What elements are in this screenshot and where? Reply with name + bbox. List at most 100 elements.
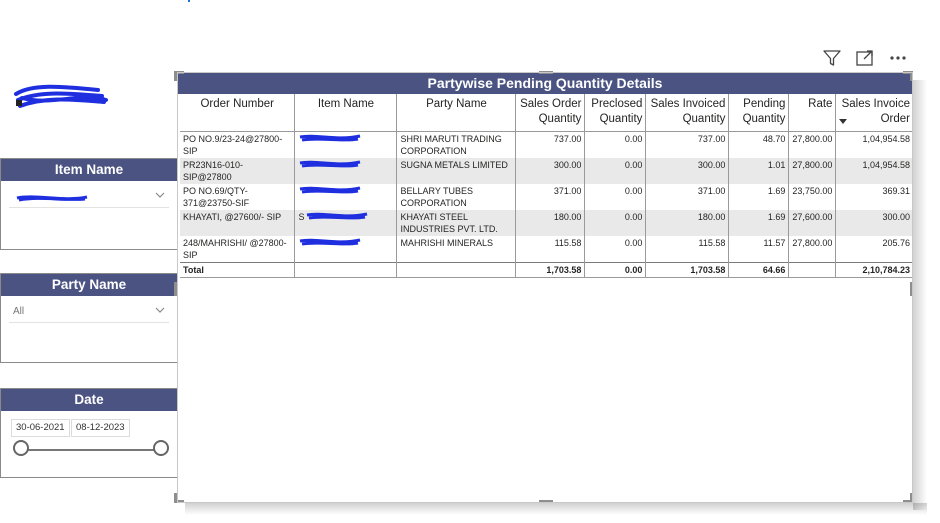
cell-sales-invoiced-qty: 180.00 [645,210,729,236]
cell-preclosed-qty: 0.00 [584,210,646,236]
cell-item-name [294,131,397,158]
total-pending-qty: 64.66 [728,262,789,278]
total-row: Total 1,703.58 0.00 1,703.58 64.66 2,10,784.2… [180,262,913,278]
table-row[interactable]: PR23N16-010-SIP@27800 SUGNA METALS LIMITE… [180,158,913,184]
resize-handle[interactable] [539,71,553,74]
table-title: Partywise Pending Quantity Details [177,72,913,94]
cell-rate: 27,800.00 [788,158,836,184]
cell-order-number: PO NO.9/23-24@27800-SIP [183,134,283,156]
chevron-down-icon [155,192,165,198]
cell-sales-invoice-order: 1,04,954.58 [835,158,913,184]
table-header-row: Order Number Item Name Party Name Sales … [180,94,913,132]
cell-party-name: SUGNA METALS LIMITED [396,158,516,184]
total-empty-cell [396,262,516,278]
cell-order-number: 248/MAHRISHI/ @27800-SIP [183,238,287,260]
cell-preclosed-qty: 0.00 [584,131,646,158]
cell-sales-invoice-order: 1,04,954.58 [835,131,913,158]
cell-item-name [294,236,397,263]
cell-party-name: KHAYATI STEEL INDUSTRIES PVT. LTD. [396,210,516,236]
cell-preclosed-qty: 0.00 [584,236,646,263]
total-label: Total [180,262,295,278]
total-preclosed-qty: 0.00 [584,262,646,278]
cell-item-name [294,158,397,184]
column-header[interactable]: Order Number [180,94,295,132]
item-name-dropdown[interactable] [9,189,169,208]
company-logo [14,84,108,108]
resize-handle[interactable] [539,500,553,503]
column-header[interactable]: Party Name [396,94,516,132]
total-empty-cell [788,262,836,278]
cell-rate: 27,600.00 [788,210,836,236]
resize-handle[interactable] [174,500,184,503]
redacted-value [300,238,361,246]
cell-pending-qty: 1.69 [728,210,789,236]
cell-preclosed-qty: 0.00 [584,158,646,184]
cell-sales-order-qty: 737.00 [515,131,585,158]
party-name-slicer: Party Name All [0,273,178,363]
pending-quantity-table-visual[interactable]: Partywise Pending Quantity Details Order… [174,71,913,503]
date-range-track [21,449,159,451]
column-header[interactable]: Sales Invoiced Quantity [645,94,729,132]
table-row[interactable]: PO NO.69/QTY-371@23750-SIF BELLARY TUBES … [180,184,913,210]
cell-party-name: MAHRISHI MINERALS [396,236,516,263]
column-header[interactable]: Sales Order Quantity [515,94,585,132]
cell-item-name [294,184,397,210]
total-empty-cell [294,262,397,278]
more-options-icon[interactable] [888,48,908,68]
resize-handle[interactable] [174,71,177,81]
column-header[interactable]: Pending Quantity [728,94,789,132]
resize-handle[interactable] [174,282,177,296]
column-header[interactable]: Item Name [294,94,397,132]
filter-icon[interactable] [822,48,842,68]
date-slicer-title: Date [1,389,177,411]
end-date-handle[interactable] [153,440,169,456]
start-date-handle[interactable] [13,440,29,456]
cell-party-name: SHRI MARUTI TRADING CORPORATION [396,131,516,158]
cell-sales-invoiced-qty: 371.00 [645,184,729,210]
cell-sales-invoice-order: 300.00 [835,210,913,236]
cell-sales-invoice-order: 369.31 [835,184,913,210]
party-name-slicer-title: Party Name [1,274,177,296]
item-name-slicer-title: Item Name [1,159,177,181]
table-row[interactable]: KHAYATI, @27600/- SIP S KHAYATI STEEL INDU… [180,210,913,236]
redacted-value [300,160,361,168]
cell-sales-order-qty: 115.58 [515,236,585,263]
cell-sales-invoiced-qty: 737.00 [645,131,729,158]
redacted-value [306,212,367,220]
column-header-label: Sales Invoice Order [841,98,910,125]
cell-pending-qty: 48.70 [728,131,789,158]
party-name-dropdown[interactable]: All [9,304,169,323]
cell-rate: 23,750.00 [788,184,836,210]
column-header-sorted[interactable]: Sales Invoice Order [835,94,913,132]
redacted-value [16,195,88,202]
sort-descending-icon [839,119,848,124]
cell-order-number: KHAYATI, @27600/- SIP [180,210,295,236]
focus-mode-icon[interactable] [855,48,875,68]
chevron-down-icon [155,307,165,313]
cell-sales-invoiced-qty: 115.58 [645,236,729,263]
end-date-input[interactable]: 08-12-2023 [71,419,130,437]
cell-rate: 27,800.00 [788,131,836,158]
total-sales-invoiced-qty: 1,703.58 [645,262,729,278]
start-date-input[interactable]: 30-06-2021 [11,419,70,437]
total-sales-invoice-order: 2,10,784.23 [835,262,913,278]
cell-preclosed-qty: 0.00 [584,184,646,210]
cell-item-name: S [294,210,397,236]
party-name-selected: All [13,306,25,317]
visual-shadow [913,80,927,510]
cell-sales-order-qty: 300.00 [515,158,585,184]
column-header[interactable]: Preclosed Quantity [584,94,646,132]
cell-pending-qty: 11.57 [728,236,789,263]
cell-sales-invoiced-qty: 300.00 [645,158,729,184]
cell-rate: 27,800.00 [788,236,836,263]
column-header[interactable]: Rate [788,94,836,132]
table-row[interactable]: 248/MAHRISHI/ @27800-SIP MAHRISHI MINERAL… [180,236,913,263]
cell-pending-qty: 1.69 [728,184,789,210]
cell-sales-order-qty: 371.00 [515,184,585,210]
resize-handle[interactable] [910,282,913,296]
resize-handle[interactable] [903,500,913,503]
visual-shadow [185,503,927,515]
resize-handle[interactable] [903,71,913,74]
table-row[interactable]: PO NO.9/23-24@27800-SIP SHRI MARUTI TRADI… [180,131,913,158]
item-name-slicer: Item Name [0,158,178,250]
